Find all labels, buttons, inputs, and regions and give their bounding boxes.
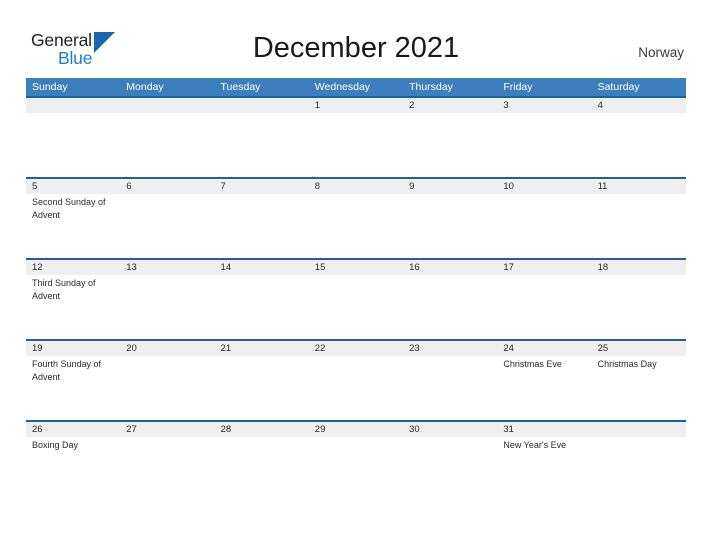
day-number[interactable] [26,98,120,113]
day-event [309,275,403,339]
week-row: 12 13 14 15 16 17 18 Third Sunday of Adv… [26,258,686,339]
week-row: 1 2 3 4 [26,96,686,177]
day-event [215,275,309,339]
day-event [403,194,497,258]
weekday-header-saturday: Saturday [597,81,640,93]
day-number[interactable]: 2 [403,98,497,113]
week-row: 26 27 28 29 30 31 Boxing Day New Year's … [26,420,686,501]
day-event: Fourth Sunday of Advent [32,359,102,382]
country-label: Norway [638,45,684,60]
day-number[interactable]: 11 [592,179,686,194]
day-event [592,194,686,258]
weekday-header-tuesday: Tuesday [220,81,261,93]
day-event [215,437,309,501]
day-event: Second Sunday of Advent [32,197,106,220]
week-day-numbers: 12 13 14 15 16 17 18 [26,260,686,275]
week-day-numbers: 5 6 7 8 9 10 11 [26,179,686,194]
day-event [120,194,214,258]
day-number[interactable]: 4 [592,98,686,113]
weekday-header-friday: Friday [503,81,533,93]
day-number[interactable]: 22 [309,341,403,356]
week-day-numbers: 19 20 21 22 23 24 25 [26,341,686,356]
day-number[interactable]: 27 [120,422,214,437]
page-header: General Blue December 2021 Norway [0,0,712,78]
day-number[interactable]: 31 [497,422,591,437]
day-event [309,356,403,420]
day-number[interactable]: 3 [497,98,591,113]
day-event [309,194,403,258]
day-event [403,275,497,339]
day-event [403,356,497,420]
weekday-header-row: Sunday Monday Tuesday Wednesday Thursday… [26,78,686,96]
week-day-events: Third Sunday of Advent [26,275,686,339]
page-title: December 2021 [252,32,460,64]
day-event [215,356,309,420]
day-event: New Year's Eve [503,440,567,450]
day-event [497,275,591,339]
weekday-header-sunday: Sunday [32,81,68,93]
day-event [120,356,214,420]
day-event [120,113,214,177]
day-number[interactable]: 30 [403,422,497,437]
day-number[interactable]: 28 [215,422,309,437]
day-number[interactable]: 20 [120,341,214,356]
day-number[interactable]: 5 [26,179,120,194]
day-number[interactable]: 18 [592,260,686,275]
day-event: Boxing Day [32,440,79,450]
week-day-events: Boxing Day New Year's Eve [26,437,686,501]
day-number[interactable]: 26 [26,422,120,437]
day-number[interactable]: 7 [215,179,309,194]
day-number[interactable]: 14 [215,260,309,275]
week-day-numbers: 1 2 3 4 [26,98,686,113]
day-number[interactable]: 19 [26,341,120,356]
day-event [592,113,686,177]
day-number[interactable]: 29 [309,422,403,437]
day-number[interactable]: 8 [309,179,403,194]
day-event [309,437,403,501]
day-event [403,437,497,501]
day-number[interactable]: 15 [309,260,403,275]
calendar-grid: Sunday Monday Tuesday Wednesday Thursday… [26,78,686,501]
weekday-header-thursday: Thursday [409,81,453,93]
day-number[interactable]: 25 [592,341,686,356]
day-number[interactable]: 24 [497,341,591,356]
day-event [403,113,497,177]
week-day-events: Fourth Sunday of Advent Christmas Eve Ch… [26,356,686,420]
day-event [592,437,686,501]
week-day-events [26,113,686,177]
calendar-page: General Blue December 2021 Norway Sunday… [0,0,712,550]
day-number[interactable]: 12 [26,260,120,275]
day-number[interactable]: 16 [403,260,497,275]
day-event [497,113,591,177]
day-event [120,275,214,339]
day-number[interactable]: 13 [120,260,214,275]
week-row: 5 6 7 8 9 10 11 Second Sunday of Advent [26,177,686,258]
day-event [215,194,309,258]
day-number[interactable]: 6 [120,179,214,194]
day-number[interactable]: 23 [403,341,497,356]
week-day-events: Second Sunday of Advent [26,194,686,258]
weekday-header-monday: Monday [126,81,164,93]
day-number[interactable]: 9 [403,179,497,194]
day-number[interactable]: 10 [497,179,591,194]
day-event [592,275,686,339]
week-row: 19 20 21 22 23 24 25 Fourth Sunday of Ad… [26,339,686,420]
day-event: Third Sunday of Advent [32,278,96,301]
day-event: Christmas Day [597,359,657,369]
day-number[interactable]: 17 [497,260,591,275]
week-day-numbers: 26 27 28 29 30 31 [26,422,686,437]
day-number[interactable] [215,98,309,113]
day-event [26,113,120,177]
day-event [497,194,591,258]
day-event: Christmas Eve [503,359,562,369]
day-event [309,113,403,177]
day-event [215,113,309,177]
day-event [120,437,214,501]
day-number[interactable] [592,422,686,437]
day-number[interactable] [120,98,214,113]
day-number[interactable]: 21 [215,341,309,356]
day-number[interactable]: 1 [309,98,403,113]
weekday-header-wednesday: Wednesday [314,81,371,93]
